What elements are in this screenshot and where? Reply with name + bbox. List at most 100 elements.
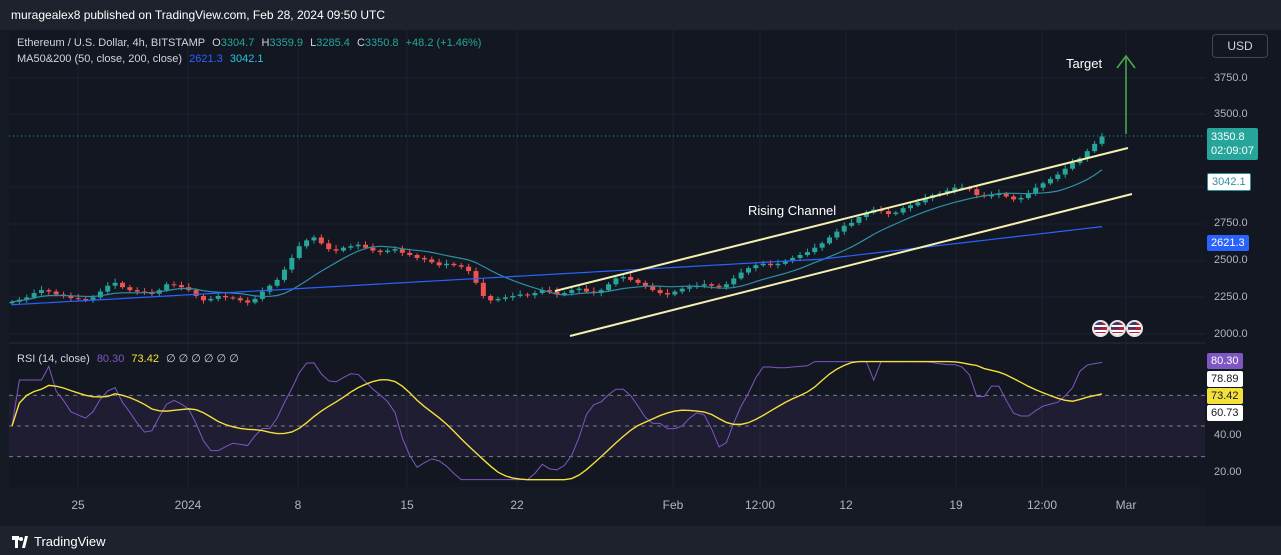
candle-body	[687, 287, 693, 289]
candle-body	[1092, 143, 1098, 152]
rsi-ma-tag: 73.42	[1207, 388, 1243, 404]
open-label: O	[212, 37, 221, 49]
ma200-tag: 2621.3	[1207, 235, 1249, 251]
candle-body	[849, 222, 855, 226]
us-flag-icon[interactable]	[1092, 320, 1109, 337]
economic-events[interactable]	[1092, 320, 1143, 337]
rsi-legend[interactable]: RSI (14, close) 80.30 73.42 ∅ ∅ ∅ ∅ ∅ ∅	[17, 352, 243, 365]
currency-button[interactable]: USD	[1212, 34, 1268, 58]
symbol-legend[interactable]: Ethereum / U.S. Dollar, 4h, BITSTAMP O33…	[17, 37, 485, 49]
candle-body	[237, 298, 243, 301]
candle-body	[709, 284, 715, 286]
candle-body	[90, 297, 96, 300]
channel-lower-line	[569, 193, 1133, 337]
candle-body	[274, 279, 280, 286]
candle-body	[473, 271, 479, 283]
candle-body	[775, 263, 781, 266]
candle-body	[392, 249, 398, 251]
time-tick: 25	[71, 498, 85, 512]
chart-canvas[interactable]	[0, 0, 1281, 555]
candle-body	[576, 288, 582, 291]
us-flag-icon[interactable]	[1109, 320, 1126, 337]
close-label: C	[356, 37, 365, 49]
candles	[9, 133, 1105, 306]
us-flag-icon[interactable]	[1126, 320, 1143, 337]
time-tick: 8	[294, 498, 302, 512]
tradingview-logo[interactable]: TradingView	[12, 534, 106, 549]
symbol-name: Ethereum / U.S. Dollar, 4h, BITSTAMP	[17, 37, 206, 49]
time-tick: Feb	[662, 498, 684, 512]
candle-body	[436, 262, 442, 266]
candle-body	[134, 290, 140, 292]
ma50-value: 3042.1	[229, 53, 264, 65]
target-annotation[interactable]: Target	[1066, 56, 1102, 71]
candle-body	[642, 282, 648, 286]
candle-body	[97, 291, 103, 298]
candle-body	[318, 237, 324, 244]
candle-body	[1018, 197, 1024, 200]
low-value: 3285.4	[316, 37, 350, 49]
candle-body	[664, 293, 670, 295]
candle-body	[1003, 193, 1009, 197]
candle-body	[900, 208, 906, 213]
candle-body	[83, 298, 89, 300]
candle-body	[480, 282, 486, 296]
candle-body	[569, 290, 575, 294]
rising-channel-annotation[interactable]: Rising Channel	[748, 203, 836, 218]
candle-body	[414, 255, 420, 258]
candle-body	[171, 284, 177, 286]
candle-body	[164, 284, 170, 291]
candle-body	[444, 263, 450, 266]
candle-body	[517, 294, 523, 296]
ma50-line	[11, 169, 1103, 303]
high-value: 3359.9	[269, 37, 304, 49]
price-tick: 2250.0	[1214, 291, 1248, 303]
candle-body	[1025, 193, 1031, 198]
candle-body	[223, 295, 229, 298]
candle-body	[119, 282, 125, 288]
time-tick: 12:00	[1026, 498, 1058, 512]
candle-body	[583, 288, 589, 292]
candle-body	[178, 284, 184, 288]
candle-body	[348, 246, 354, 248]
change-value: +48.2 (+1.46%)	[405, 37, 482, 49]
candle-body	[304, 240, 310, 247]
candle-body	[908, 205, 914, 209]
candle-body	[326, 243, 332, 250]
candle-body	[738, 272, 744, 279]
rsi-lower-band-tag: 60.73	[1207, 405, 1243, 421]
candle-body	[495, 298, 501, 301]
tradingview-icon	[12, 535, 28, 548]
candle-body	[510, 295, 516, 298]
candle-body	[834, 231, 840, 238]
rsi-label: RSI (14, close)	[17, 353, 90, 365]
candle-body	[532, 293, 538, 296]
candle-body	[399, 249, 405, 253]
open-value: 3304.7	[220, 37, 255, 49]
candle-body	[974, 189, 980, 196]
candle-body	[760, 263, 766, 266]
candle-body	[458, 265, 464, 267]
candle-body	[193, 290, 199, 296]
time-tick: 12	[839, 498, 853, 512]
candle-body	[620, 276, 626, 279]
candle-body	[289, 257, 295, 270]
candle-body	[893, 212, 899, 215]
time-tick: Mar	[1115, 498, 1137, 512]
rsi-upper-band-tag: 78.89	[1207, 371, 1243, 387]
candle-body	[797, 255, 803, 258]
bar-countdown: 02:09:07	[1211, 145, 1254, 157]
candle-body	[252, 298, 258, 303]
candle-body	[355, 244, 361, 247]
candle-body	[1011, 196, 1017, 200]
ma-legend[interactable]: MA50&200 (50, close, 200, close) 2621.3 …	[17, 53, 268, 65]
candle-body	[804, 252, 810, 256]
ma-label: MA50&200 (50, close, 200, close)	[17, 53, 183, 65]
candle-body	[311, 237, 317, 241]
candle-body	[127, 287, 133, 291]
ma200-value: 2621.3	[189, 53, 223, 65]
candle-body	[1070, 162, 1076, 169]
brand-name: TradingView	[34, 534, 106, 549]
candle-body	[1062, 168, 1068, 175]
candle-body	[768, 263, 774, 266]
